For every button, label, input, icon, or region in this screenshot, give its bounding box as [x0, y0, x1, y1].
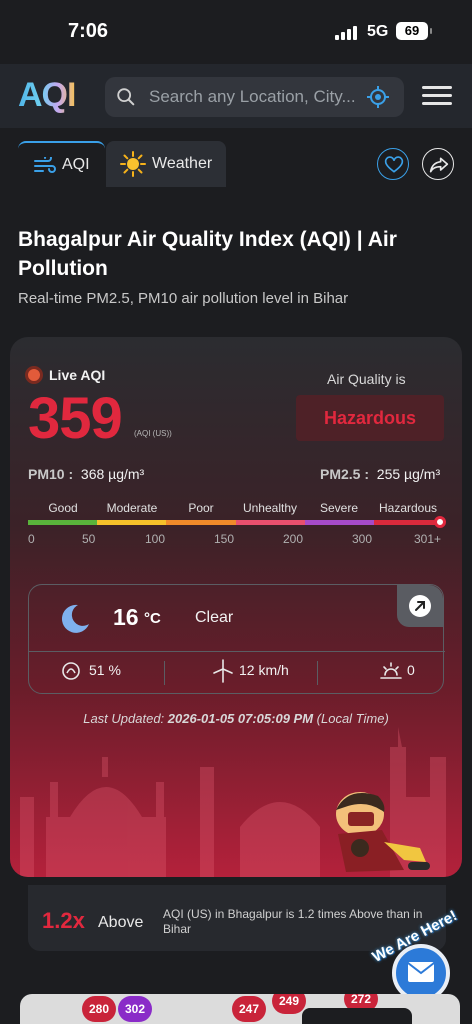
- scale-tick: 301+: [414, 532, 442, 546]
- category-moderate: Moderate: [106, 501, 158, 515]
- aqi-unit: (AQI (US)): [134, 429, 172, 438]
- category-hazardous: Hazardous: [378, 501, 438, 515]
- scale-tick: 150: [214, 532, 235, 546]
- heart-icon: [384, 156, 404, 173]
- aqi-scale-segment-poor: [166, 520, 236, 525]
- page-title: Bhagalpur Air Quality Index (AQI) | Air …: [18, 228, 397, 280]
- weather-condition: Clear: [195, 609, 234, 626]
- search-bar[interactable]: [105, 77, 404, 117]
- status-time: 7:06: [68, 20, 109, 42]
- humidity-icon: [62, 662, 80, 680]
- aqi-map[interactable]: 280 302 247 249 272: [20, 994, 460, 1024]
- scale-tick: 50: [82, 532, 96, 546]
- category-unhealthy: Unhealthy: [242, 501, 298, 515]
- map-pin[interactable]: 249: [272, 994, 306, 1014]
- aqi-scale-segment-unhealthy: [235, 520, 305, 525]
- battery-indicator: 69: [396, 22, 432, 40]
- map-pin[interactable]: 302: [118, 996, 152, 1022]
- search-icon: [117, 88, 135, 106]
- divider: [29, 651, 445, 652]
- aqi-logo[interactable]: AQI: [18, 76, 76, 115]
- aqi-card: Live AQI 359 (AQI (US)) Air Quality is H…: [10, 337, 462, 877]
- category-poor: Poor: [188, 501, 214, 515]
- air-quality-label: Air Quality is: [327, 371, 406, 387]
- scale-tick: 200: [283, 532, 304, 546]
- comparison-multiplier: 1.2x: [42, 908, 85, 933]
- aqi-scale-marker: [434, 516, 446, 528]
- wind-icon: [34, 157, 56, 173]
- divider: [317, 661, 318, 685]
- live-aqi-label: Live AQI: [49, 367, 106, 383]
- page-subtitle: Real-time PM2.5, PM10 air pollution leve…: [18, 290, 349, 307]
- menu-icon[interactable]: [422, 84, 454, 108]
- humidity-value: 51 %: [89, 662, 121, 678]
- network-label: 5G: [367, 23, 389, 40]
- last-updated-time: 2026-01-05 07:05:09 PM: [167, 711, 314, 726]
- last-updated-suffix: (Local Time): [313, 711, 389, 726]
- wind-speed-value: 12 km/h: [239, 662, 289, 678]
- scale-tick: 0: [28, 532, 35, 546]
- weather-summary[interactable]: 16 °C Clear 51 % 12 km/h 0: [28, 584, 445, 694]
- map-overlay-card: [302, 1008, 412, 1024]
- scale-tick: 100: [145, 532, 166, 546]
- moon-icon: [61, 604, 89, 633]
- temperature-value: 16: [113, 604, 139, 630]
- arrow-up-right-icon: [409, 595, 431, 617]
- category-severe: Severe: [319, 501, 359, 515]
- temperature-unit: °C: [144, 610, 161, 627]
- comparison-description: AQI (US) in Bhagalpur is 1.2 times Above…: [163, 907, 423, 936]
- tab-aqi-label: AQI: [62, 156, 90, 173]
- tab-aqi[interactable]: AQI: [18, 141, 105, 187]
- pm10-reading: PM10 : 368 µg/m³: [28, 466, 144, 482]
- open-weather-button[interactable]: [397, 585, 443, 627]
- mascot-illustration: [336, 792, 430, 872]
- aqi-scale-segment-hazardous: [373, 520, 444, 525]
- sun-icon: [120, 151, 146, 177]
- search-input[interactable]: [149, 77, 365, 117]
- air-quality-status-badge: Hazardous: [296, 395, 444, 441]
- favorite-button[interactable]: [377, 148, 409, 180]
- comparison-card: 1.2x Above AQI (US) in Bhagalpur is 1.2 …: [28, 885, 446, 951]
- mail-icon: [407, 962, 435, 982]
- comparison-direction: Above: [98, 914, 144, 931]
- pm25-value: 255 µg/m³: [376, 466, 441, 482]
- live-indicator-icon: [25, 366, 43, 384]
- last-updated: Last Updated: 2026-01-05 07:05:09 PM (Lo…: [10, 711, 462, 726]
- aqi-scale-segment-good: [28, 520, 98, 525]
- uv-index-value: 0: [407, 662, 415, 678]
- aqi-value: 359: [28, 386, 123, 451]
- locate-icon[interactable]: [366, 85, 390, 109]
- category-good: Good: [48, 501, 78, 515]
- pm25-reading: PM2.5 : 255 µg/m³: [320, 466, 440, 482]
- wind-turbine-icon: [213, 659, 233, 683]
- share-button[interactable]: [422, 148, 454, 180]
- aqi-scale-segment-severe: [304, 520, 374, 525]
- tab-weather-label: Weather: [152, 155, 213, 172]
- pm10-label: PM10 :: [28, 466, 74, 482]
- pm25-label: PM2.5 :: [320, 466, 370, 482]
- status-bar: 7:06 5G 69: [0, 0, 472, 62]
- last-updated-prefix: Last Updated:: [83, 711, 168, 726]
- pm10-value: 368 µg/m³: [80, 466, 145, 482]
- map-pin[interactable]: 247: [232, 996, 266, 1022]
- signal-icon: [335, 26, 361, 40]
- app-header: AQI: [0, 64, 472, 128]
- share-icon: [429, 157, 449, 173]
- uv-index-icon: [380, 662, 402, 679]
- aqi-scale-segment-moderate: [97, 520, 167, 525]
- scale-tick: 300: [352, 532, 373, 546]
- map-pin[interactable]: 280: [82, 996, 116, 1022]
- divider: [164, 661, 165, 685]
- tab-weather[interactable]: Weather: [106, 141, 226, 187]
- aqi-scale-bar: [28, 520, 444, 525]
